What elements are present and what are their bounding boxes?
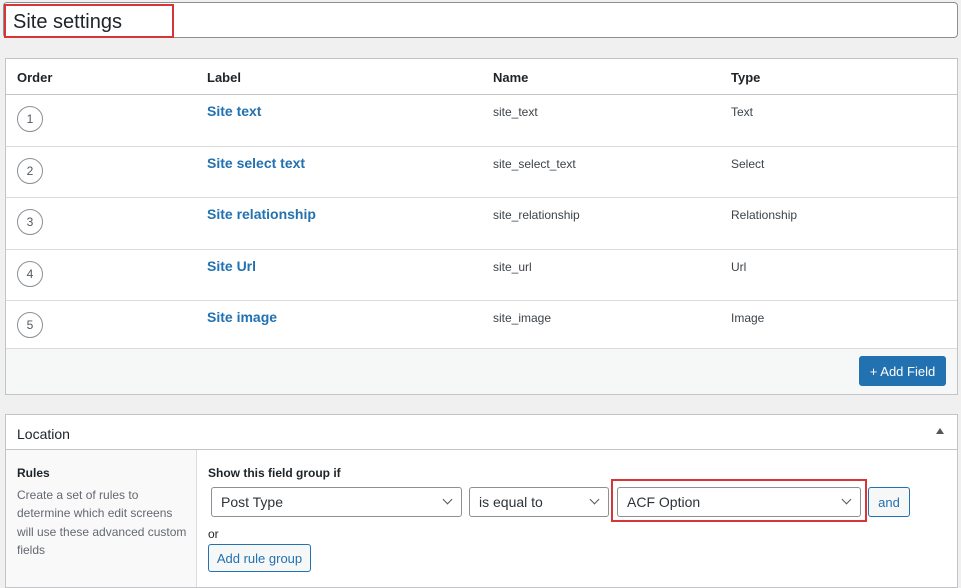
field-type: Select (731, 156, 765, 171)
order-handle[interactable]: 2 (17, 157, 43, 184)
field-type: Relationship (731, 208, 798, 222)
rules-description: Create a set of rules to determine which… (17, 488, 187, 557)
fields-footer: + Add Field (6, 348, 957, 394)
field-type: Url (731, 259, 747, 274)
field-type: Image (731, 311, 765, 325)
field-label-link[interactable]: Site select text (207, 155, 305, 171)
field-row[interactable]: 2 Site select text site_select_text Sele… (6, 147, 957, 198)
location-panel: Location Rules Create a set of rules to … (5, 414, 958, 588)
header-type: Type (731, 70, 761, 85)
chevron-down-icon (589, 494, 600, 505)
field-label-link[interactable]: Site text (207, 103, 261, 119)
fields-table-header: Order Label Name Type (6, 59, 957, 95)
header-label: Label (207, 70, 241, 85)
field-label-link[interactable]: Site image (207, 309, 277, 325)
field-row[interactable]: 4 Site Url site_url Url (6, 250, 957, 301)
order-handle[interactable]: 4 (17, 260, 43, 287)
field-name: site_url (493, 259, 532, 274)
and-button[interactable]: and (868, 487, 910, 517)
location-header[interactable]: Location (6, 415, 957, 450)
field-label-link[interactable]: Site Url (207, 258, 256, 274)
rules-title: Rules (17, 466, 50, 480)
field-label-link[interactable]: Site relationship (207, 206, 316, 222)
rule-param-value: Post Type (221, 494, 284, 510)
rule-operator-select[interactable]: is equal to (469, 487, 609, 517)
chevron-down-icon (442, 494, 453, 505)
field-name: site_relationship (493, 208, 580, 222)
order-handle[interactable]: 1 (17, 106, 43, 132)
add-field-button[interactable]: + Add Field (859, 356, 946, 386)
field-name: site_select_text (493, 156, 576, 171)
or-label: or (208, 527, 219, 541)
field-name: site_text (493, 105, 538, 119)
header-order: Order (17, 70, 53, 85)
field-row[interactable]: 1 Site text site_text Text (6, 95, 957, 147)
field-name: site_image (493, 311, 552, 325)
fields-panel: Order Label Name Type 1 Site text site_t… (5, 58, 958, 395)
add-rule-group-button[interactable]: Add rule group (208, 544, 311, 572)
collapse-arrow-icon[interactable] (936, 428, 944, 434)
order-handle[interactable]: 3 (17, 209, 43, 235)
field-type: Text (731, 105, 754, 119)
rules-sidebar: Rules Create a set of rules to determine… (6, 450, 197, 587)
header-name: Name (493, 70, 529, 85)
rule-param-select[interactable]: Post Type (211, 487, 462, 517)
title-highlight-box (4, 4, 174, 38)
rule-operator-value: is equal to (479, 494, 543, 510)
location-title: Location (17, 426, 70, 442)
field-row[interactable]: 5 Site image site_image Image (6, 301, 957, 353)
order-handle[interactable]: 5 (17, 312, 43, 338)
show-if-label: Show this field group if (208, 466, 341, 480)
field-row[interactable]: 3 Site relationship site_relationship Re… (6, 198, 957, 250)
value-highlight-box (611, 479, 867, 522)
